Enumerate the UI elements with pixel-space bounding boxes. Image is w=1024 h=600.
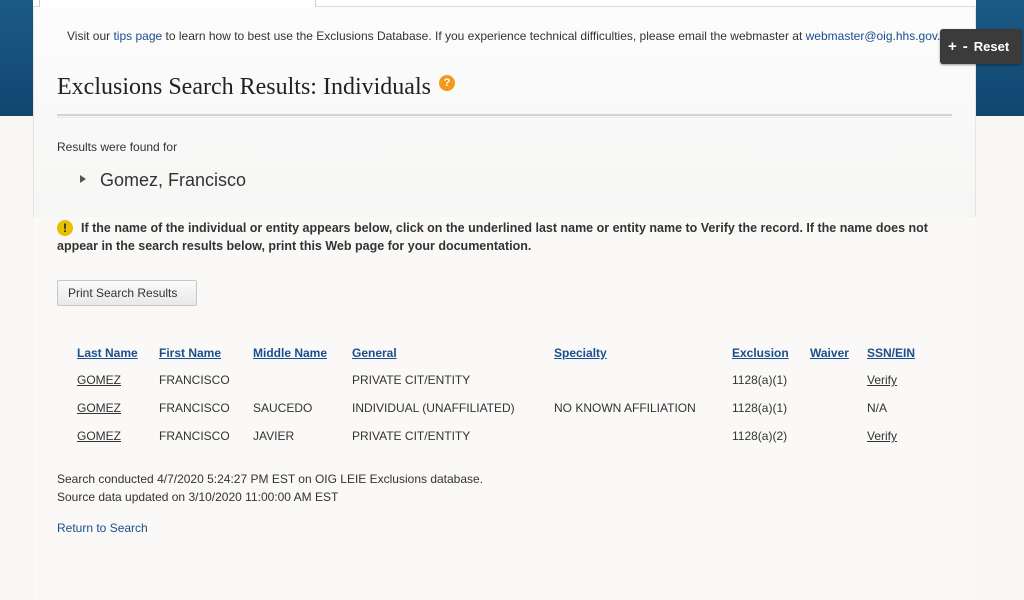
help-icon[interactable]: ? xyxy=(439,75,455,91)
row-1-first-name: FRANCISCO xyxy=(159,373,230,387)
warning-icon: ! xyxy=(57,220,73,236)
verify-instructions: If the name of the individual or entity … xyxy=(57,221,928,253)
title-divider xyxy=(57,114,952,118)
bullet-arrow-icon xyxy=(80,175,86,183)
row-2-general: INDIVIDUAL (UNAFFILIATED) xyxy=(352,401,515,415)
webmaster-email-link[interactable]: webmaster@oig.hhs.gov. xyxy=(806,29,941,43)
searched-name: Gomez, Francisco xyxy=(100,170,247,190)
zoom-controls: + - Reset xyxy=(940,29,1022,64)
row-1-verify-link[interactable]: Verify xyxy=(867,373,897,387)
row-2-ssn-ein: N/A xyxy=(867,401,888,415)
row-1-last-name-link[interactable]: GOMEZ xyxy=(77,373,121,387)
page-title: Exclusions Search Results: Individuals xyxy=(57,74,431,100)
row-2-specialty: NO KNOWN AFFILIATION xyxy=(554,401,696,415)
row-2-last-name-link[interactable]: GOMEZ xyxy=(77,401,121,415)
nav-tab xyxy=(39,0,316,7)
header-exclusion[interactable]: Exclusion xyxy=(732,346,789,360)
row-3-exclusion: 1128(a)(2) xyxy=(732,429,788,443)
row-1-general: PRIVATE CIT/ENTITY xyxy=(352,373,471,387)
search-conducted-text: Search conducted 4/7/2020 5:24:27 PM EST… xyxy=(57,472,484,486)
notice-prefix: Visit our xyxy=(67,29,114,43)
zoom-in-button[interactable]: + xyxy=(948,38,957,55)
row-3-last-name-link[interactable]: GOMEZ xyxy=(77,429,121,443)
return-to-search-link[interactable]: Return to Search xyxy=(57,521,148,535)
row-3-verify-link[interactable]: Verify xyxy=(867,429,897,443)
header-middle-name[interactable]: Middle Name xyxy=(253,346,327,360)
zoom-out-button[interactable]: - xyxy=(963,38,968,55)
row-2-exclusion: 1128(a)(1) xyxy=(732,401,788,415)
header-last-name[interactable]: Last Name xyxy=(77,346,138,360)
row-2-first-name: FRANCISCO xyxy=(159,401,230,415)
notice-middle: to learn how to best use the Exclusions … xyxy=(162,29,806,43)
header-specialty[interactable]: Specialty xyxy=(554,346,607,360)
row-2-middle-name: SAUCEDO xyxy=(253,401,313,415)
header-first-name[interactable]: First Name xyxy=(159,346,221,360)
header-waiver[interactable]: Waiver xyxy=(810,346,849,360)
header-ssn-ein[interactable]: SSN/EIN xyxy=(867,346,915,360)
top-nav-strip xyxy=(33,0,976,7)
source-updated-text: Source data updated on 3/10/2020 11:00:0… xyxy=(57,490,339,504)
header-general[interactable]: General xyxy=(352,346,397,360)
row-3-middle-name: JAVIER xyxy=(253,429,295,443)
row-1-exclusion: 1128(a)(1) xyxy=(732,373,788,387)
zoom-reset-button[interactable]: Reset xyxy=(974,39,1009,54)
notice-text: Visit our tips page to learn how to best… xyxy=(67,29,940,43)
print-search-results-button[interactable]: Print Search Results xyxy=(57,280,197,306)
tips-page-link[interactable]: tips page xyxy=(113,29,162,43)
row-3-general: PRIVATE CIT/ENTITY xyxy=(352,429,471,443)
results-found-label: Results were found for xyxy=(57,140,178,154)
row-3-first-name: FRANCISCO xyxy=(159,429,230,443)
